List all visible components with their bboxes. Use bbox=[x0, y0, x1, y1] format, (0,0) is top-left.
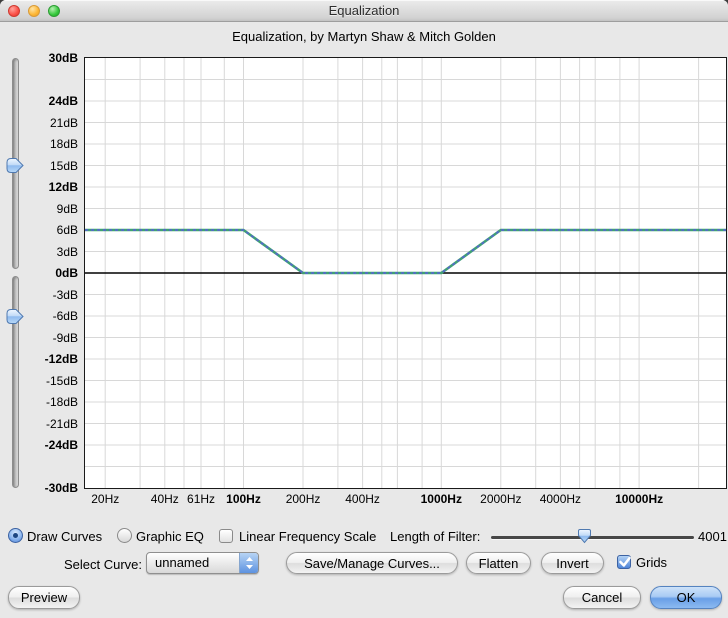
grids-checkbox[interactable] bbox=[617, 555, 631, 569]
linear-frequency-label: Linear Frequency Scale bbox=[239, 529, 377, 544]
plugin-credit: Equalization, by Martyn Shaw & Mitch Gol… bbox=[232, 29, 496, 44]
freq-tick-label: 20Hz bbox=[91, 492, 120, 506]
dropdown-arrows-icon bbox=[239, 553, 258, 573]
graphic-eq-label: Graphic EQ bbox=[136, 529, 204, 544]
db-tick-label: 21dB bbox=[49, 115, 78, 130]
preview-button[interactable]: Preview bbox=[8, 586, 80, 609]
db-tick-label: 24dB bbox=[48, 94, 78, 108]
db-tick-label: -15dB bbox=[45, 373, 78, 388]
grids-label: Grids bbox=[636, 555, 668, 570]
window-title: Equalization bbox=[328, 3, 400, 18]
freq-tick-label: 4000Hz bbox=[539, 492, 582, 506]
cancel-button[interactable]: Cancel bbox=[563, 586, 641, 609]
db-tick-label: 9dB bbox=[56, 201, 78, 216]
save-manage-curves-button[interactable]: Save/Manage Curves... bbox=[286, 552, 458, 574]
db-tick-label: -6dB bbox=[52, 309, 78, 323]
db-tick-label: -9dB bbox=[52, 330, 78, 345]
db-tick-label: -21dB bbox=[45, 416, 78, 431]
ok-button[interactable]: OK bbox=[650, 586, 722, 609]
db-tick-label: -3dB bbox=[52, 287, 78, 302]
freq-tick-label: 200Hz bbox=[285, 492, 321, 506]
db-tick-label: -12dB bbox=[44, 352, 78, 366]
draw-curves-label: Draw Curves bbox=[27, 529, 103, 544]
flatten-button[interactable]: Flatten bbox=[466, 552, 531, 574]
db-tick-label: 6dB bbox=[56, 223, 78, 237]
equalization-window: Equalization Equalization, by Martyn Sha… bbox=[0, 0, 728, 618]
db-tick-label: 18dB bbox=[49, 137, 78, 151]
titlebar[interactable]: Equalization bbox=[0, 0, 728, 22]
eq-curve-canvas[interactable] bbox=[85, 58, 726, 488]
db-tick-label: 12dB bbox=[48, 180, 78, 194]
check-icon bbox=[619, 556, 631, 567]
freq-tick-label: 2000Hz bbox=[480, 492, 522, 506]
db-tick-label: -18dB bbox=[45, 395, 78, 409]
freq-tick-label: 1000Hz bbox=[420, 492, 462, 506]
db-tick-label: 15dB bbox=[49, 158, 78, 173]
freq-tick-label: 100Hz bbox=[226, 492, 261, 506]
freq-tick-label: 61Hz bbox=[187, 492, 216, 506]
select-curve-dropdown[interactable]: unnamed bbox=[146, 552, 259, 574]
db-min-slider-thumb[interactable] bbox=[5, 308, 25, 325]
freq-tick-label: 10000Hz bbox=[615, 492, 664, 506]
freq-tick-label: 40Hz bbox=[150, 492, 179, 506]
db-tick-label: 0dB bbox=[55, 266, 78, 280]
selected-curve-value: unnamed bbox=[155, 555, 210, 570]
select-curve-label: Select Curve: bbox=[63, 557, 142, 572]
draw-curves-radio[interactable] bbox=[8, 528, 23, 543]
db-tick-label: 3dB bbox=[56, 244, 78, 259]
freq-tick-label: 400Hz bbox=[345, 492, 380, 506]
invert-button[interactable]: Invert bbox=[541, 552, 604, 574]
filter-length-slider-track[interactable] bbox=[491, 536, 694, 539]
db-tick-label: -30dB bbox=[44, 481, 78, 495]
filter-length-slider-thumb[interactable] bbox=[577, 528, 592, 544]
db-tick-label: 30dB bbox=[48, 51, 78, 65]
eq-curve-plot[interactable] bbox=[84, 57, 727, 489]
graphic-eq-radio[interactable] bbox=[117, 528, 132, 543]
db-tick-label: -24dB bbox=[44, 438, 78, 452]
db-max-slider-thumb[interactable] bbox=[5, 157, 25, 174]
linear-frequency-checkbox[interactable] bbox=[219, 529, 233, 543]
length-of-filter-label: Length of Filter: bbox=[390, 529, 481, 544]
filter-length-value: 4001 bbox=[698, 529, 727, 544]
